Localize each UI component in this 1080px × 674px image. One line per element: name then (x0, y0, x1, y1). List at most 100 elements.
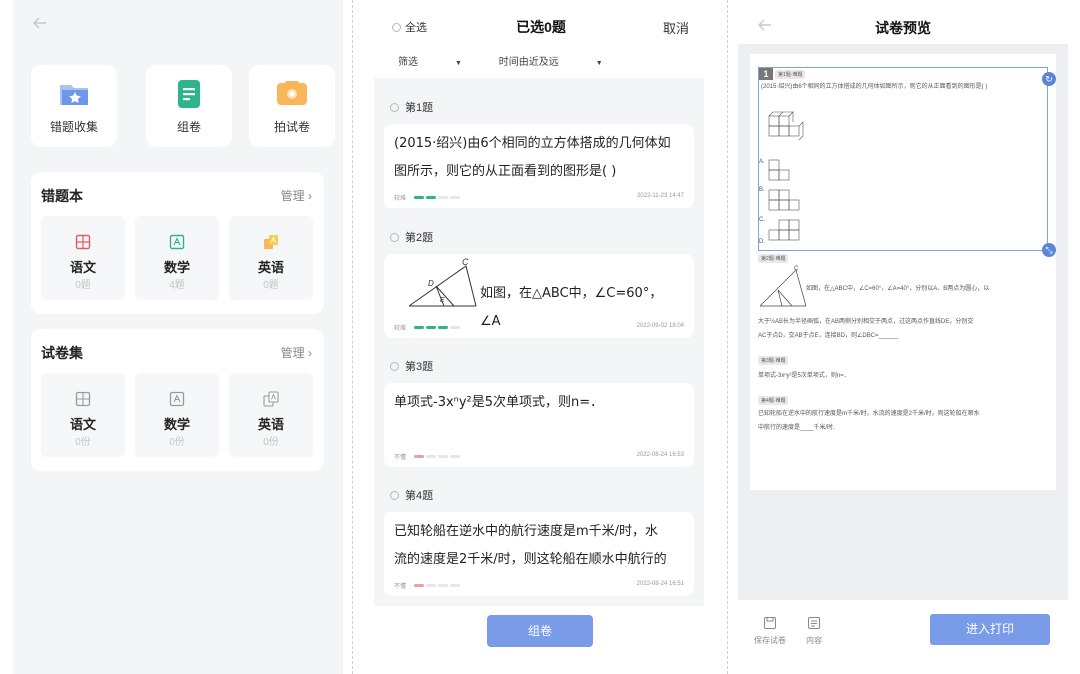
question-header[interactable]: 第2题 (390, 229, 433, 245)
compose-button[interactable]: 组卷 (487, 615, 593, 647)
grid-icon (75, 234, 91, 250)
question-footer: 不懂 2022-08-24 16:53 (394, 451, 684, 461)
math-icon (169, 391, 185, 407)
option-label: C. (759, 217, 765, 223)
subject-math[interactable]: 数学 0份 (135, 373, 219, 457)
level-text: 较难 (394, 326, 407, 332)
caret-down-icon: ▼ (595, 60, 603, 67)
mistake-book-card: 错题本 管理 › 语文 0题 数学 4题 英语 0题 (31, 172, 324, 314)
save-paper-button[interactable]: 保存试卷 (754, 616, 786, 646)
subject-name: 语文 (69, 417, 96, 432)
cancel-button[interactable]: 取消 (663, 18, 689, 37)
question-date: 2022-09-02 18:04 (636, 323, 684, 329)
question-card[interactable]: 已知轮船在逆水中的航行速度是m千米/时，水 流的速度是2千米/时，则这轮船在顺水… (384, 512, 694, 596)
selected-question-box[interactable]: 1 第1题·难题 (2015·绍兴)由6个相同的立方体搭成的几何体如图所示，则它… (758, 67, 1048, 251)
radio-icon[interactable] (390, 102, 399, 112)
question-tag: 第1题·难题 (775, 70, 806, 79)
svg-text:C: C (462, 257, 469, 267)
subject-english[interactable]: 英语 0题 (229, 216, 313, 300)
level-text: 较难 (394, 196, 407, 202)
resize-icon[interactable]: ⤡ (1042, 243, 1056, 257)
option-label: D. (759, 239, 765, 245)
level-bar (414, 584, 424, 587)
subject-english[interactable]: 英语 0份 (229, 373, 313, 457)
question-text: 已知轮船在逆水中的航行速度是m千米/时，水 流的速度是2千米/时，则这轮船在顺水… (394, 518, 684, 574)
top-bar: 全选 已选0题 取消 (360, 0, 722, 46)
question-header[interactable]: 第3题 (390, 358, 433, 374)
panel-divider (352, 0, 353, 674)
math-icon (169, 234, 185, 250)
save-label: 保存试卷 (754, 636, 786, 645)
level-bars (414, 325, 462, 331)
level-bar (438, 455, 448, 458)
save-icon (764, 617, 776, 629)
question-label: 第2题 (405, 232, 434, 244)
bottom-bar: 保存试卷 内容 进入打印 (738, 600, 1068, 674)
radio-icon[interactable] (390, 490, 399, 500)
question-line: (2015·绍兴)由6个相同的立方体搭成的几何体如 (394, 136, 671, 151)
manage-link[interactable]: 管理 › (281, 344, 312, 361)
section-title: 错题本 (41, 188, 83, 204)
subject-name: 数学 (163, 417, 190, 432)
question-text: 大于½AB长为半径画弧，在AB两侧分别相交于两点，过这两点作直线DE，分别交 (758, 319, 974, 325)
subject-chinese[interactable]: 语文 0份 (41, 373, 125, 457)
paper-collection-card: 试卷集 管理 › 语文 0份 数学 0份 英语 0份 (31, 329, 324, 471)
question-label: 第1题 (405, 102, 434, 114)
camera-icon (277, 81, 307, 105)
content-button[interactable]: 内容 (806, 616, 822, 646)
manage-link[interactable]: 管理 › (281, 187, 312, 204)
radio-icon[interactable] (390, 232, 399, 242)
sort-dropdown[interactable]: 时间由近及远 ▼ (499, 57, 603, 68)
question-footer: 较难 2022-09-02 18:04 (394, 322, 684, 332)
svg-text:D: D (428, 279, 434, 288)
level-text: 不懂 (394, 455, 407, 461)
compose-paper-tile[interactable]: 组卷 (146, 65, 232, 147)
level-bar (450, 326, 460, 329)
subject-chinese[interactable]: 语文 0题 (41, 216, 125, 300)
question-text: 已知轮船在逆水中的航行速度是m千米/时，水流的速度是2千米/时，则这轮船在顺水 (758, 411, 980, 417)
level-bar (450, 584, 460, 587)
arrow-left-icon[interactable] (31, 14, 49, 32)
preview-area: 1 第1题·难题 (2015·绍兴)由6个相同的立方体搭成的几何体如图所示，则它… (738, 44, 1068, 600)
subject-name: 语文 (69, 260, 96, 275)
page-title: 试卷预览 (875, 20, 931, 36)
print-button[interactable]: 进入打印 (930, 614, 1050, 645)
subject-name: 数学 (163, 260, 190, 275)
level-bar (426, 326, 436, 329)
question-tag: 第4题·难题 (758, 396, 789, 405)
content-label: 内容 (806, 636, 822, 645)
filter-dropdown[interactable]: 筛选 ▼ (398, 57, 462, 68)
triangle-figure: C D E (408, 257, 477, 307)
subject-count: 0题 (263, 280, 279, 291)
filter-bar: 筛选 ▼ 时间由近及远 ▼ (398, 53, 637, 68)
subject-count: 0份 (263, 437, 279, 448)
quick-actions: 错题收集 组卷 拍试卷 (31, 65, 335, 147)
question-text: 中航行的速度是____千米/时. (758, 425, 835, 431)
question-date: 2022-08-24 16:51 (636, 581, 684, 587)
mistake-collect-tile[interactable]: 错题收集 (31, 65, 117, 147)
question-line: 已知轮船在逆水中的航行速度是m千米/时，水 (394, 524, 659, 539)
radio-icon[interactable] (390, 361, 399, 371)
list-icon (808, 617, 820, 629)
cube-figures (768, 111, 804, 241)
level-bar (438, 196, 448, 199)
question-index-badge: 1 (759, 68, 773, 80)
question-header[interactable]: 第1题 (390, 99, 433, 115)
rotate-icon[interactable]: ↻ (1042, 72, 1056, 86)
subject-name: 英语 (257, 417, 284, 432)
subject-math[interactable]: 数学 4题 (135, 216, 219, 300)
tile-label: 组卷 (176, 120, 201, 134)
level-bar (450, 196, 460, 199)
triangle-figure: C (759, 266, 807, 307)
question-card[interactable]: (2015·绍兴)由6个相同的立方体搭成的几何体如 图所示，则它的从正面看到的图… (384, 124, 694, 208)
question-header[interactable]: 第4题 (390, 487, 433, 503)
abc-icon (264, 235, 278, 249)
sort-label: 时间由近及远 (498, 57, 559, 68)
photo-paper-tile[interactable]: 拍试卷 (249, 65, 335, 147)
question-card[interactable]: C D E 如图，在△ABC中，∠C=60°，∠A 较难 2022-09-02 … (384, 254, 694, 338)
abc-icon (263, 391, 279, 407)
question-text: (2015·绍兴)由6个相同的立方体搭成的几何体如 图所示，则它的从正面看到的图… (394, 130, 684, 186)
level-text: 不懂 (394, 584, 407, 590)
question-card[interactable]: 单项式-3xⁿy²是5次单项式，则n=． 不懂 2022-08-24 16:53 (384, 383, 694, 467)
level-bar (414, 326, 424, 329)
